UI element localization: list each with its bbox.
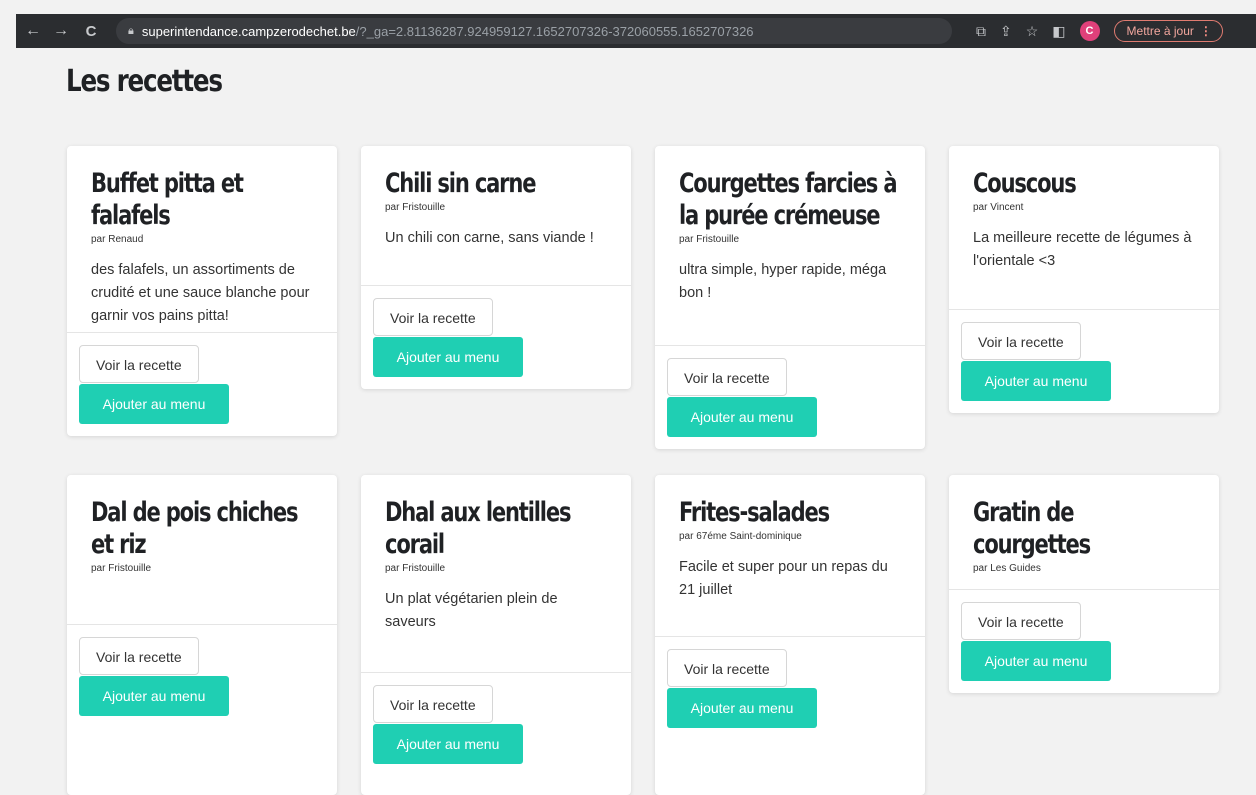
recipe-title: Dal de pois chiches et riz [91,497,299,560]
recipe-card: Gratin de courgettes par Les Guides Voir… [949,475,1219,693]
recipe-title: Gratin de courgettes [973,497,1091,560]
url-path: /?_ga=2.81136287.924959127.1652707326-37… [355,23,754,39]
view-recipe-button[interactable]: Voir la recette [961,322,1081,360]
view-recipe-button[interactable]: Voir la recette [373,685,493,723]
update-label: Mettre à jour [1126,24,1194,38]
add-to-menu-button[interactable]: Ajouter au menu [667,688,817,728]
recipe-author: par Vincent [973,202,1024,213]
add-to-menu-button[interactable]: Ajouter au menu [961,641,1111,681]
add-to-menu-button[interactable]: Ajouter au menu [961,361,1111,401]
recipe-card: Courgettes farcies à la purée crémeuse p… [655,146,925,449]
recipe-title: Chili sin carne [385,168,537,199]
lock-icon: 🔒︎ [128,24,134,37]
address-bar[interactable]: 🔒︎ superintendance.campzerodechet.be/?_g… [116,18,952,44]
recipe-card: Chili sin carne par Fristouille Un chili… [361,146,631,389]
recipe-description: des falafels, un assortiments de crudité… [91,262,310,324]
forward-icon[interactable]: → [50,22,72,40]
recipe-title: Couscous [973,168,1077,199]
add-to-menu-button[interactable]: Ajouter au menu [373,337,523,377]
profile-avatar[interactable]: C [1079,21,1100,41]
update-button[interactable]: Mettre à jour ⋮ [1113,20,1223,42]
side-panel-icon[interactable]: ◧ [1052,23,1065,40]
view-recipe-button[interactable]: Voir la recette [79,637,199,675]
recipe-author: par Fristouille [91,563,152,574]
recipe-description: Facile et super pour un repas du 21 juil… [679,559,888,598]
recipe-author: par Fristouille [679,234,740,245]
add-to-menu-button[interactable]: Ajouter au menu [667,397,817,437]
recipe-title: Buffet pitta et falafels [91,168,244,231]
page-title: Les recettes [66,64,223,99]
recipe-description: Un chili con carne, sans viande ! [385,230,594,246]
bookmark-star-icon[interactable]: ☆ [1026,23,1039,40]
browser-toolbar: ← → C 🔒︎ superintendance.campzerodechet.… [16,14,1256,48]
view-recipe-button[interactable]: Voir la recette [79,345,199,383]
recipe-description: ultra simple, hyper rapide, méga bon ! [679,262,887,301]
add-to-menu-button[interactable]: Ajouter au menu [79,676,229,716]
recipe-title: Frites-salades [679,497,830,528]
recipe-card: Dal de pois chiches et riz par Fristouil… [67,475,337,795]
recipe-author: par Fristouille [385,202,446,213]
add-to-menu-button[interactable]: Ajouter au menu [373,724,523,764]
view-recipe-button[interactable]: Voir la recette [667,649,787,687]
view-recipe-button[interactable]: Voir la recette [961,602,1081,640]
recipe-author: par Fristouille [385,563,446,574]
recipe-card: Couscous par Vincent La meilleure recett… [949,146,1219,413]
recipe-description: La meilleure recette de légumes à l'orie… [973,230,1192,269]
recipe-title: Dhal aux lentilles corail [385,497,572,560]
recipe-author: par Les Guides [973,563,1041,574]
recipe-card: Dhal aux lentilles corail par Fristouill… [361,475,631,795]
url-host: superintendance.campzerodechet.be [141,23,356,39]
reload-icon[interactable]: C [80,23,102,40]
add-to-menu-button[interactable]: Ajouter au menu [79,384,229,424]
view-recipe-button[interactable]: Voir la recette [667,358,787,396]
recipe-title: Courgettes farcies à la purée crémeuse [679,168,898,231]
install-icon[interactable]: ⧉ [976,23,986,40]
recipe-card: Frites-salades par 67éme Saint-dominique… [655,475,925,795]
back-icon[interactable]: ← [22,22,44,40]
menu-dots-icon: ⋮ [1199,24,1212,38]
recipe-description: Un plat végétarien plein de saveurs [385,591,558,630]
recipe-card: Buffet pitta et falafels par Renaud des … [67,146,337,436]
view-recipe-button[interactable]: Voir la recette [373,298,493,336]
recipe-author: par 67éme Saint-dominique [679,531,802,542]
recipe-author: par Renaud [91,234,144,245]
share-icon[interactable]: ⇪ [1000,23,1012,40]
